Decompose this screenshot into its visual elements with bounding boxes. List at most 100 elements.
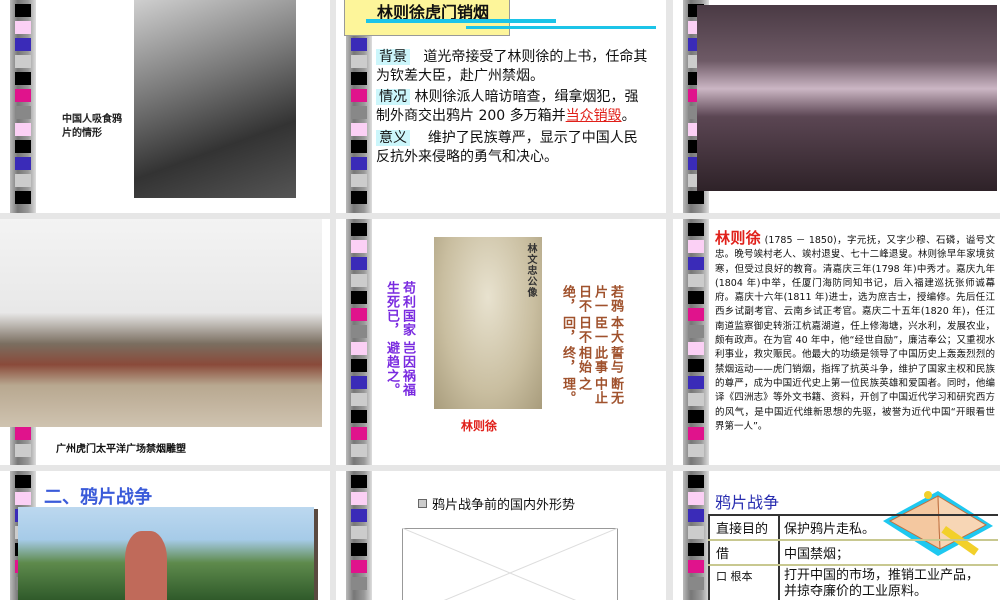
decorative-stripe [683,471,709,600]
stripe-block [15,72,31,85]
stripe-block [688,543,704,556]
stripe-block [351,560,367,573]
portrait-inscription: 林文忠公像 [525,243,536,298]
poem-right: 若鸦片一日不绝， 本大臣一日不回， 誓与此事相始终， 断无中止之理。 [559,285,623,405]
stripe-block [688,257,704,270]
stripe-block [15,140,31,153]
poem-line: 若鸦片一日不绝， [560,285,623,313]
stripe-block [688,475,704,488]
stripe-block [15,106,31,119]
portrait-name: 林则徐 [461,419,498,433]
stripe-block [351,475,367,488]
background-text: 道光帝接受了林则徐的上书，任命其为钦差大臣，赴广州禁烟。 [376,49,648,84]
stripe-block [351,359,367,372]
stripe-block [351,72,367,85]
label-situation: 情况 [376,89,410,105]
lin-zexu-portrait: 林文忠公像 [434,237,542,409]
decorative-stripe [683,219,709,465]
stripe-block [15,89,31,102]
slide-thumbnail-7[interactable]: 二、鸦片战争 [0,471,330,600]
significance-text: 维护了民族尊严，显示了中国人民反抗外来侵略的勇气和决心。 [376,130,638,165]
stripe-block [688,444,704,457]
slide-thumbnail-3[interactable] [673,0,1000,213]
biography-text: 林则徐 (1785 － 1850)，字元抚，又字少穆、石磷，谥号文忠。晚号竢村老… [715,231,995,434]
stripe-block [15,38,31,51]
stripe-block [688,240,704,253]
stripe-block [15,4,31,17]
poem-line: 断无中止之理。 [560,377,623,406]
stripe-block [351,393,367,406]
punctuation: 。 [621,108,636,124]
slide-title: 林则徐虎门销烟 [344,0,510,36]
stripe-block [688,427,704,440]
slide-caption: 广州虎门太平洋广场禁烟雕塑 [56,444,186,455]
poem-line: 本大臣一日不回， [560,315,623,344]
table-value: 打开中国的市场，推销工业产品，并掠夺廉价的工业原料。 [784,568,980,599]
table-value: 保护鸦片走私。 [784,522,876,537]
slide-thumbnail-2[interactable]: 林则徐虎门销烟 背景 道光帝接受了林则徐的上书，任命其为钦差大臣，赴广州禁烟。 … [336,0,666,213]
highlight-text: 当众销毁 [565,108,622,124]
stripe-block [688,191,704,204]
stripe-block [15,123,31,136]
slide-caption: 中国人吸食鸦片的情形 [62,114,122,139]
stripe-block [351,543,367,556]
sculpture-photo [0,219,322,427]
table-key: 直接目的 [708,516,780,539]
stripe-block [351,191,367,204]
stripe-block [351,376,367,389]
bullet-item: 鸦片战争前的国内外形势 [418,494,575,513]
stripe-block [351,492,367,505]
stripe-block [688,308,704,321]
slide-thumbnail-1[interactable]: 中国人吸食鸦片的情形 [0,0,330,213]
stripe-block [688,359,704,372]
stripe-block [351,308,367,321]
stripe-block [351,444,367,457]
slide-thumbnail-4[interactable]: 广州虎门太平洋广场禁烟雕塑 [0,219,330,465]
stripe-block [688,342,704,355]
stripe-block [688,509,704,522]
statue-shape [125,531,167,600]
stripe-block [351,509,367,522]
stripe-block [688,492,704,505]
comparison-table: 直接目的 保护鸦片走私。 借 中国禁烟； 口 根本 打开中国的市场，推销工业产品… [708,514,998,600]
stripe-block [688,410,704,423]
title-underline [366,19,556,23]
stripe-block [688,526,704,539]
stripe-block [688,223,704,236]
stripe-block [351,38,367,51]
stripe-block [351,106,367,119]
stripe-block [15,157,31,170]
slide-title: 鸦片战争 [715,493,780,512]
table-value: 中国禁烟； [784,547,850,562]
stripe-block [15,475,31,488]
label-significance: 意义 [376,130,410,146]
slide-title: 二、鸦片战争 [44,487,152,508]
stripe-block [15,55,31,68]
stripe-block [15,21,31,34]
stripe-block [351,140,367,153]
slide-body: 背景 道光帝接受了林则徐的上书，任命其为钦差大臣，赴广州禁烟。 情况 林则徐派人… [376,48,651,167]
humen-historical-photo [697,5,997,191]
stripe-block [351,410,367,423]
stripe-block [688,577,704,590]
label-background: 背景 [376,49,410,65]
decorative-stripe [346,219,372,465]
slide-thumbnail-5[interactable]: 苟利国家生死已， 岂因祸福避趋之。 林文忠公像 林则徐 若鸦片一日不绝， 本大臣… [336,219,666,465]
stripe-block [688,274,704,287]
poem-left: 苟利国家生死已， 岂因祸福避趋之。 [383,281,415,401]
stripe-block [351,427,367,440]
stripe-block [351,174,367,187]
stripe-block [688,325,704,338]
slide-thumbnail-8[interactable]: 鸦片战争前的国内外形势 [336,471,666,600]
biography-body: (1785 － 1850)，字元抚，又字少穆、石磷，谥号文忠。晚号竢村老人、竢村… [715,235,995,432]
stripe-block [351,274,367,287]
bullet-text: 鸦片战争前的国内外形势 [432,498,576,513]
stripe-block [688,291,704,304]
title-underline [466,26,656,29]
stripe-block [351,325,367,338]
slide-thumbnail-9[interactable]: 鸦片战争 直接目的 保护鸦片走私。 借 中国禁烟； 口 根本 打开中国的市场，推… [673,471,1000,600]
table-key: 借 [708,541,780,564]
slide-thumbnail-6[interactable]: 林则徐 (1785 － 1850)，字元抚，又字少穆、石磷，谥号文忠。晚号竢村老… [673,219,1000,465]
stripe-block [15,174,31,187]
stripe-block [15,492,31,505]
